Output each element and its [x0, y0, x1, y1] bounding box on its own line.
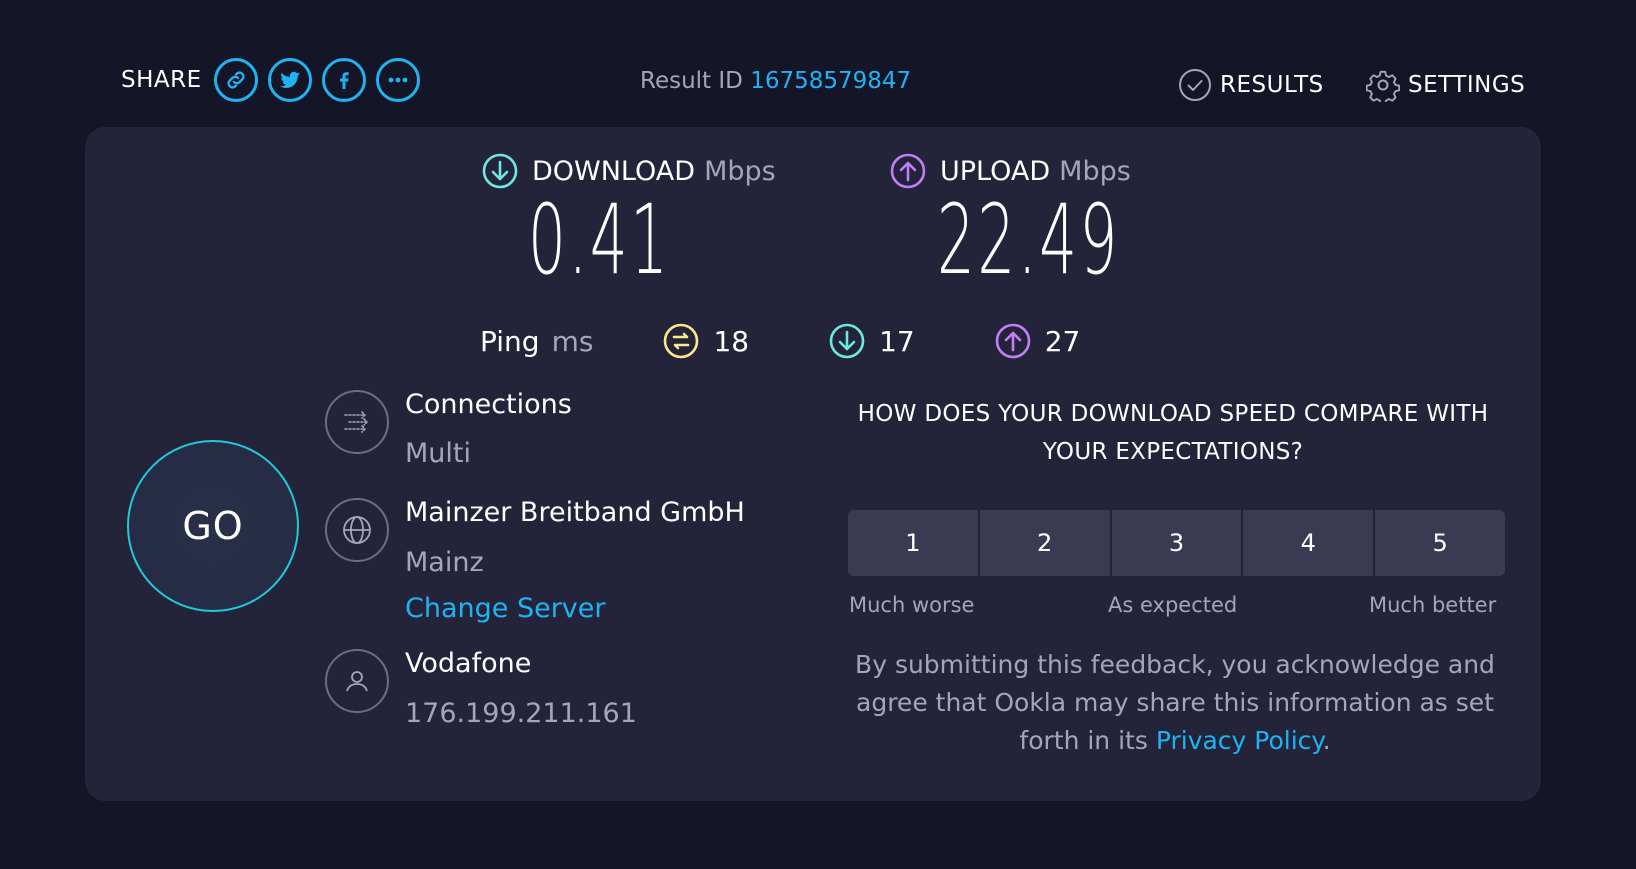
settings-label: SETTINGS	[1408, 72, 1526, 98]
link-icon[interactable]	[213, 58, 258, 102]
survey-question: HOW DOES YOUR DOWNLOAD SPEED COMPARE WIT…	[857, 401, 1489, 465]
settings-link[interactable]: SETTINGS	[1366, 68, 1525, 102]
ping-row: Ping ms 18 17 27	[480, 323, 1160, 359]
connections-icon[interactable]	[325, 390, 389, 454]
change-server-link[interactable]: Change Server	[405, 593, 606, 624]
rating-option-5[interactable]: 5	[1375, 510, 1505, 576]
rating-option-2[interactable]: 2	[979, 510, 1110, 576]
upload-speed-value: 22.49	[937, 184, 1120, 296]
upload-unit: Mbps	[1059, 155, 1131, 187]
result-id-label: Result ID	[640, 68, 743, 94]
ping-unit: ms	[551, 324, 594, 358]
results-link[interactable]: RESULTS	[1178, 68, 1324, 102]
upload-arrow-icon	[890, 153, 926, 189]
server-location: Mainz	[405, 547, 484, 578]
share-bar: SHARE	[121, 58, 430, 102]
disclaimer-end: .	[1322, 726, 1331, 755]
ping-idle: 18	[663, 323, 749, 359]
download-unit: Mbps	[704, 155, 776, 187]
rating-option-1[interactable]: 1	[848, 510, 978, 576]
ping-download: 17	[829, 323, 915, 359]
result-id-value[interactable]: 16758579847	[750, 68, 911, 94]
ping-upload-value: 27	[1044, 324, 1081, 358]
rating-scale: 1 2 3 4 5	[848, 510, 1505, 576]
feedback-disclaimer: By submitting this feedback, you acknowl…	[827, 646, 1523, 760]
twitter-icon[interactable]	[267, 58, 312, 102]
rating-option-3[interactable]: 3	[1111, 510, 1242, 576]
download-latency-icon	[829, 323, 865, 359]
share-label: SHARE	[121, 67, 202, 93]
rating-option-4[interactable]: 4	[1243, 510, 1374, 576]
idle-latency-icon	[664, 323, 699, 359]
more-icon[interactable]	[375, 58, 420, 102]
gear-icon	[1366, 70, 1400, 102]
rating-mid-label: As expected	[1108, 593, 1238, 617]
result-panel: DOWNLOAD Mbps UPLOAD Mbps 0.41 22.49 Pin…	[85, 127, 1541, 801]
globe-icon	[325, 498, 389, 562]
connections-value: Multi	[405, 438, 471, 469]
user-icon	[325, 649, 389, 713]
download-arrow-icon	[482, 153, 518, 189]
ping-idle-value: 18	[713, 324, 750, 358]
results-label: RESULTS	[1220, 72, 1324, 98]
upload-latency-icon	[995, 323, 1031, 359]
connections-title: Connections	[405, 389, 572, 420]
upload-label: UPLOAD	[940, 155, 1051, 187]
result-id: Result ID 16758579847	[640, 68, 911, 94]
ping-label: Ping	[480, 324, 540, 358]
download-label: DOWNLOAD	[532, 155, 696, 187]
rating-low-label: Much worse	[849, 593, 975, 617]
go-button[interactable]: GO	[127, 440, 299, 612]
facebook-icon[interactable]	[321, 58, 366, 102]
check-circle-icon	[1179, 69, 1211, 101]
privacy-policy-link[interactable]: Privacy Policy	[1156, 726, 1323, 755]
server-name: Mainzer Breitband GmbH	[405, 497, 745, 528]
download-speed-value: 0.41	[528, 184, 671, 296]
ping-download-value: 17	[879, 324, 915, 358]
rating-high-label: Much better	[1369, 593, 1497, 617]
provider-ip: 176.199.211.161	[405, 698, 637, 729]
provider-name: Vodafone	[405, 648, 532, 679]
ping-upload: 27	[995, 323, 1081, 359]
